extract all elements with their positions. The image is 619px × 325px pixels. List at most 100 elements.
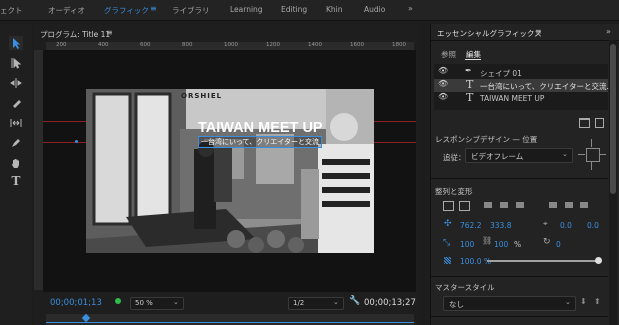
workspace-menu-icon[interactable]: ≡ xyxy=(150,4,157,13)
ruler-tick: 200 xyxy=(56,42,67,48)
razor-tool-icon[interactable] xyxy=(9,96,23,110)
workspace-tab-learning[interactable]: Learning xyxy=(230,5,263,14)
hamburger-icon[interactable]: ≡ xyxy=(535,27,542,36)
monitor-status-bar: 00;00;01;13 50 % ⌄ 1/2 ⌄ 🔧 00;00;13;27 xyxy=(34,295,419,313)
rotation-icon: ↻ xyxy=(543,237,551,247)
workspace-tab-khin[interactable]: Khin xyxy=(326,5,343,14)
anchor-point-handle[interactable] xyxy=(75,140,78,143)
store-sign: ORSHIEL xyxy=(181,92,223,100)
link-icon[interactable]: ⛓ xyxy=(482,236,492,245)
zoom-select[interactable]: 50 % ⌄ xyxy=(130,297,184,310)
align-vertical-icon[interactable] xyxy=(443,201,454,211)
position-x-value[interactable]: 762.2 xyxy=(460,221,481,230)
workspace-overflow-icon[interactable]: » xyxy=(408,4,413,13)
align-center-h-icon[interactable] xyxy=(500,202,508,208)
pen-icon: ✒ xyxy=(465,66,472,75)
pen-tool-icon[interactable] xyxy=(9,136,23,150)
align-bottom-icon[interactable] xyxy=(580,202,588,208)
tab-edit-underline xyxy=(465,59,481,60)
follow-label: 追従： xyxy=(443,153,466,162)
responsive-design-label: レスポンシブデザイン — 位置 xyxy=(435,135,538,144)
type-tool-icon[interactable]: T xyxy=(9,174,23,188)
eye-icon[interactable]: 👁 xyxy=(438,92,448,101)
scale-unit: % xyxy=(514,240,522,249)
workspace-tab-project[interactable]: ェクト xyxy=(0,5,23,16)
panel-overflow-icon[interactable]: » xyxy=(606,27,611,36)
text-icon: T xyxy=(466,78,474,91)
workspace-tab-audio-jp[interactable]: オーディオ xyxy=(48,5,85,16)
rotation-value[interactable]: 0 xyxy=(556,240,561,249)
selection-tool-icon[interactable] xyxy=(9,36,23,50)
playhead-handle[interactable] xyxy=(81,313,91,323)
track-select-tool-icon[interactable] xyxy=(9,56,23,70)
align-top-icon[interactable] xyxy=(549,202,557,208)
master-style-select[interactable]: なし ⌄ xyxy=(443,296,576,311)
ruler-tick: 1400 xyxy=(308,42,322,48)
monitor-timeline[interactable] xyxy=(46,313,414,325)
pin-right[interactable] xyxy=(599,154,606,155)
pin-left[interactable] xyxy=(578,154,585,155)
resolution-value: 1/2 xyxy=(293,299,305,307)
align-left-icon[interactable] xyxy=(484,202,492,208)
pin-to-widget[interactable] xyxy=(578,138,606,172)
pin-bottom[interactable] xyxy=(591,162,592,170)
workspace-bar: ェクト オーディオ グラフィック ≡ ライブラリ Learning Editin… xyxy=(0,0,619,21)
tab-browse[interactable]: 参照 xyxy=(441,49,456,60)
anchor-y-value[interactable]: 0.0 xyxy=(587,221,599,230)
folder-icon[interactable] xyxy=(579,118,590,128)
master-style-value: なし xyxy=(449,300,464,309)
opacity-slider-fill xyxy=(487,260,598,262)
eye-icon[interactable]: 👁 xyxy=(438,66,448,75)
video-title-text[interactable]: TAIWAN MEET UP xyxy=(198,120,323,136)
layer-label: 一台湾にいって、クリエイターと交流... xyxy=(480,82,614,91)
ruler-tick: 1200 xyxy=(266,42,280,48)
panel-scrollbar[interactable] xyxy=(609,40,617,325)
wrench-icon[interactable]: 🔧 xyxy=(349,296,360,306)
divider xyxy=(430,316,608,317)
align-horizontal-icon[interactable] xyxy=(459,201,470,211)
workspace-tab-audio[interactable]: Audio xyxy=(364,5,385,14)
opacity-slider-thumb[interactable] xyxy=(595,257,602,264)
layer-item[interactable]: 👁 T TAIWAN MEET UP xyxy=(434,91,608,105)
chevron-down-icon: ⌄ xyxy=(565,298,571,306)
align-right-icon[interactable] xyxy=(516,202,524,208)
align-transform-label: 整列と変形 xyxy=(435,187,473,196)
anchor-x-value[interactable]: 0.0 xyxy=(560,221,572,230)
layer-label: シェイプ 01 xyxy=(480,69,522,78)
current-timecode[interactable]: 00;00;01;13 xyxy=(50,298,102,308)
align-middle-icon[interactable] xyxy=(565,202,573,208)
master-style-label: マスタースタイル xyxy=(435,283,495,292)
video-frame[interactable]: ORSHIEL TAIWAN MEET UP 一台湾にいって、クリエイターと交流 xyxy=(86,89,374,253)
new-layer-icon[interactable] xyxy=(595,118,604,128)
scale-width-value[interactable]: 100 xyxy=(460,240,474,249)
pin-top[interactable] xyxy=(591,139,592,147)
chevron-down-icon: ⌄ xyxy=(173,298,179,306)
hand-tool-icon[interactable] xyxy=(9,156,23,170)
push-down-icon[interactable]: ⬇ xyxy=(580,297,587,306)
position-icon: ✣ xyxy=(444,219,452,229)
hamburger-icon[interactable]: ≡ xyxy=(106,28,113,37)
video-subtitle-text[interactable]: 一台湾にいって、クリエイターと交流 xyxy=(198,136,323,148)
workspace-tab-graphics[interactable]: グラフィック xyxy=(104,5,149,16)
position-y-value[interactable]: 333.8 xyxy=(490,221,511,230)
push-up-icon[interactable]: ⬆ xyxy=(594,297,601,306)
playhead-bar xyxy=(46,322,414,323)
slip-tool-icon[interactable] xyxy=(9,116,23,130)
workspace-tab-editing[interactable]: Editing xyxy=(281,5,307,14)
zoom-value: 50 % xyxy=(135,299,153,307)
pin-center-box[interactable] xyxy=(586,148,600,162)
follow-select[interactable]: ビデオフレーム ⌄ xyxy=(465,148,573,163)
layer-item-selected[interactable]: 👁 T 一台湾にいって、クリエイターと交流... xyxy=(434,78,614,92)
tools-panel: T xyxy=(0,24,32,325)
chevron-down-icon: ⌄ xyxy=(562,150,568,158)
layer-item[interactable]: 👁 ✒ シェイプ 01 xyxy=(434,66,608,79)
scale-height-value[interactable]: 100 xyxy=(494,240,508,249)
video-scene-image xyxy=(86,89,374,253)
follow-value: ビデオフレーム xyxy=(471,152,524,161)
panel-scrollbar-thumb[interactable] xyxy=(610,44,616,194)
eye-icon[interactable]: 👁 xyxy=(438,79,448,88)
resolution-select[interactable]: 1/2 ⌄ xyxy=(288,297,344,310)
ripple-edit-tool-icon[interactable] xyxy=(9,76,23,90)
ruler-tick: 1800 xyxy=(392,42,406,48)
workspace-tab-library[interactable]: ライブラリ xyxy=(172,5,210,16)
